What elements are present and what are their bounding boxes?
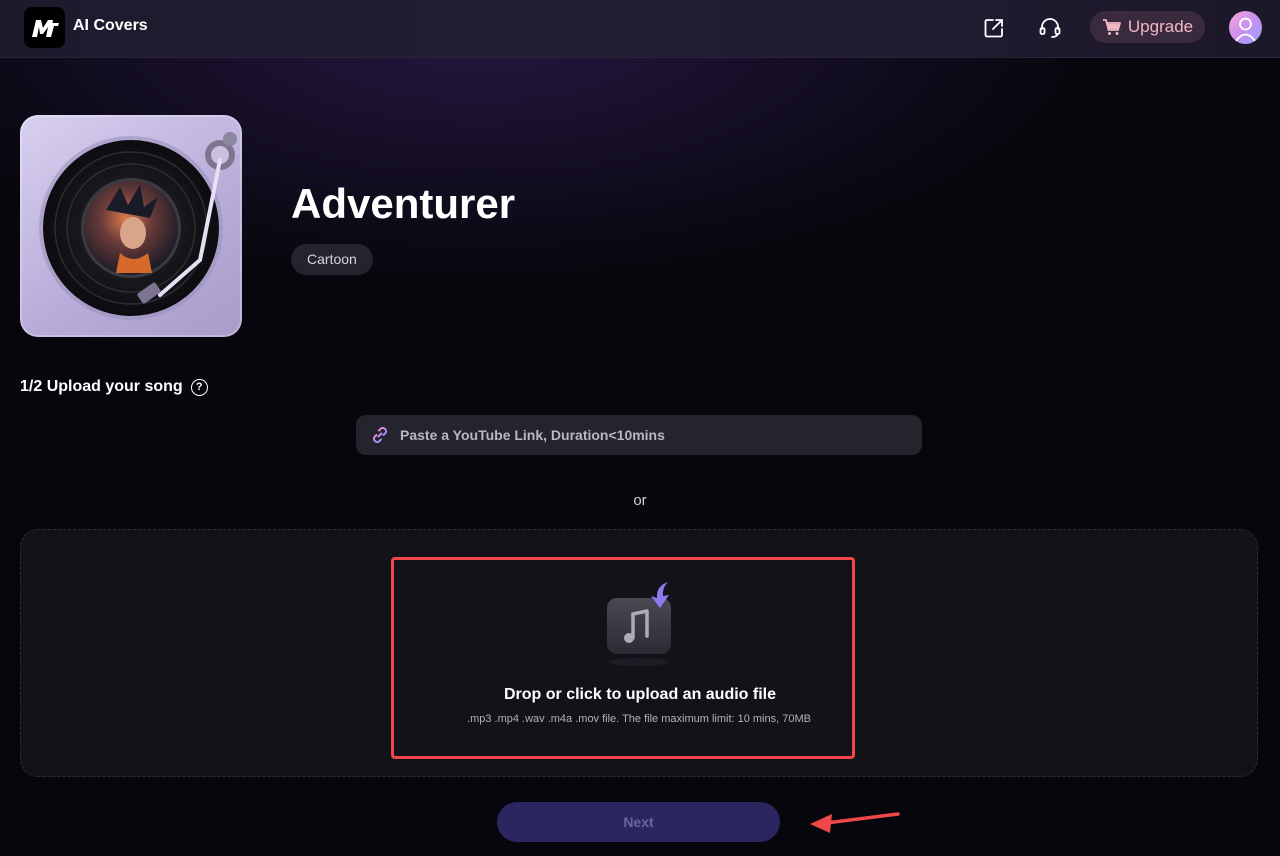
or-divider: or bbox=[633, 492, 647, 509]
next-button[interactable]: Next bbox=[497, 802, 780, 842]
user-avatar-icon[interactable] bbox=[1229, 11, 1262, 44]
step-label: 1/2 Upload your song bbox=[20, 378, 183, 395]
link-icon bbox=[373, 427, 387, 443]
cart-icon bbox=[1102, 19, 1121, 35]
drop-title: Drop or click to upload an audio file bbox=[503, 686, 777, 703]
app-title: AI Covers bbox=[73, 17, 148, 34]
step-heading: 1/2 Upload your song ? bbox=[20, 378, 208, 396]
youtube-link-input[interactable] bbox=[400, 415, 922, 455]
voice-tag: Cartoon bbox=[291, 244, 373, 275]
headset-support-icon[interactable] bbox=[1036, 14, 1064, 42]
top-header: AI Covers Upgrade bbox=[0, 0, 1280, 58]
external-link-icon[interactable] bbox=[980, 14, 1008, 42]
drop-hint: .mp3 .mp4 .wav .m4a .mov file. The file … bbox=[467, 713, 811, 725]
music-upload-icon bbox=[600, 580, 680, 670]
annotation-arrow-icon bbox=[810, 812, 900, 833]
mt-logo-icon[interactable] bbox=[24, 7, 65, 48]
youtube-link-field[interactable] bbox=[356, 415, 922, 455]
voice-title: Adventurer bbox=[291, 180, 516, 227]
upgrade-button[interactable]: Upgrade bbox=[1090, 11, 1205, 43]
turntable-record-icon bbox=[20, 115, 242, 337]
upgrade-label: Upgrade bbox=[1127, 17, 1194, 36]
question-icon[interactable]: ? bbox=[190, 378, 208, 396]
